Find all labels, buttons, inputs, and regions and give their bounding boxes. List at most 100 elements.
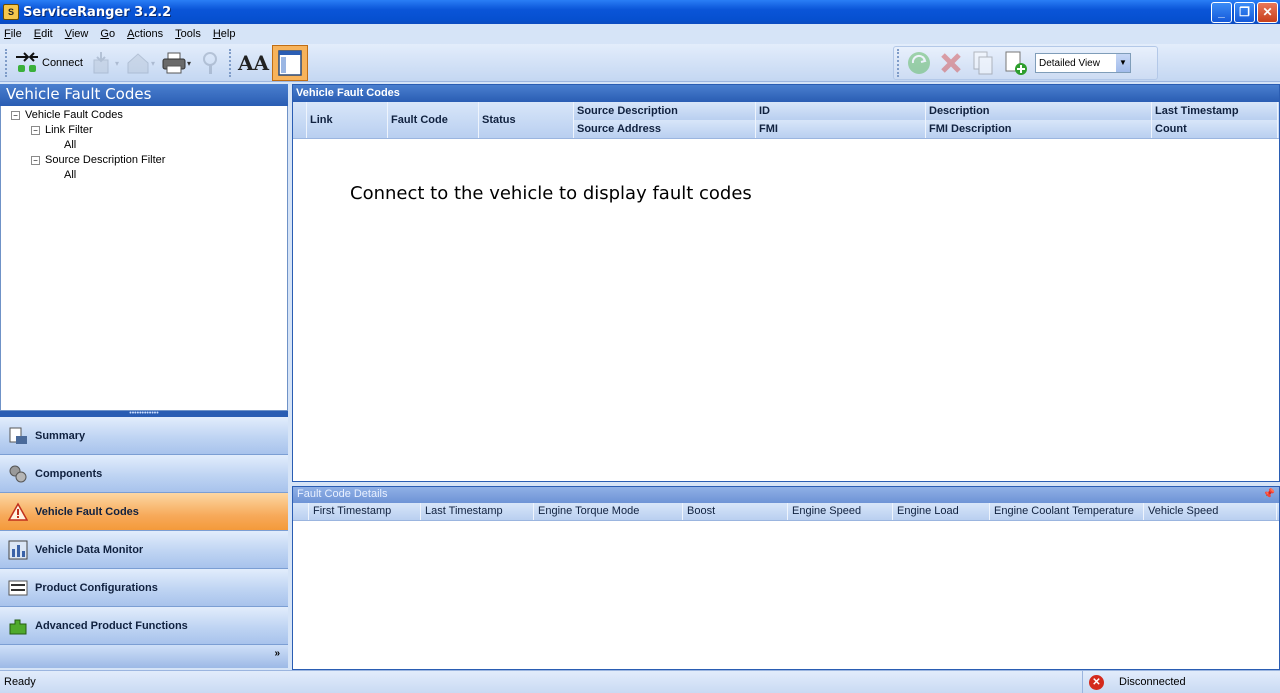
nav-vehicle-fault-codes[interactable]: Vehicle Fault Codes [0,493,288,531]
tree-node-label: Link Filter [45,124,93,136]
print-button[interactable]: ▾ [158,47,194,79]
minimize-button[interactable]: _ [1211,2,1232,23]
nav-components[interactable]: Components [0,455,288,493]
column-header-vehicle-speed[interactable]: Vehicle Speed [1144,503,1277,520]
tree-node-source-all[interactable]: All [64,169,76,181]
search-button[interactable] [194,47,226,79]
tree-node-label: All [64,169,77,181]
panel-layout-icon [278,50,302,76]
details-title-bar: Fault Code Details 📌 [293,487,1279,503]
column-header-fmi[interactable]: FMI [756,120,926,138]
nav-summary[interactable]: Summary [0,417,288,455]
nav-label: Components [35,467,103,480]
column-header-last-timestamp[interactable]: Last Timestamp [1152,102,1278,120]
fault-codes-grid-panel: Vehicle Fault Codes Link Fault Code Stat… [292,84,1280,482]
chevron-down-icon: ▾ [151,58,156,68]
column-header-last-timestamp[interactable]: Last Timestamp [421,503,534,520]
menu-file[interactable]: File [4,28,22,40]
column-header-count[interactable]: Count [1152,120,1278,138]
connection-status: ✕ Disconnected [1082,671,1280,693]
magnifier-icon [197,50,223,76]
close-button[interactable]: ✕ [1257,2,1278,23]
pin-icon[interactable]: 📌 [1263,487,1275,502]
nav-advanced-product-functions[interactable]: Advanced Product Functions [0,607,288,645]
menu-view[interactable]: View [65,28,89,40]
left-panel-title: Vehicle Fault Codes [0,84,288,106]
column-header-first-timestamp[interactable]: First Timestamp [309,503,421,520]
window-title: ServiceRanger 3.2.2 [23,4,172,20]
menu-tools[interactable]: Tools [175,28,201,40]
download-button[interactable]: ▾ [86,47,122,79]
column-header-engine-coolant-temperature[interactable]: Engine Coolant Temperature [990,503,1144,520]
column-header-description[interactable]: Description [926,102,1152,120]
chevron-down-icon: ▾ [114,58,119,68]
view-mode-select[interactable]: Detailed View ▼ [1035,53,1131,73]
menu-actions[interactable]: Actions [127,28,163,40]
title-bar: S ServiceRanger 3.2.2 _ ❐ ✕ [0,0,1280,24]
toolbar-fault-actions: Detailed View ▼ [893,46,1158,80]
home-button[interactable]: ▾ [122,47,158,79]
tree-node-link-filter[interactable]: − Link Filter [31,124,93,136]
nav-label: Summary [35,429,86,442]
left-panel: Vehicle Fault Codes − Vehicle Fault Code… [0,84,288,670]
nav-label: Product Configurations [35,581,158,594]
toolbar-grip[interactable] [5,49,8,77]
nav-label: Vehicle Data Monitor [35,543,144,556]
copy-button[interactable] [967,47,999,79]
menu-go[interactable]: Go [100,28,115,40]
column-header-source-address[interactable]: Source Address [574,120,756,138]
tree-node-source-filter[interactable]: − Source Description Filter [31,154,165,166]
collapse-icon[interactable]: − [31,155,40,165]
column-header-source-description[interactable]: Source Description [574,102,756,120]
puzzle-icon [7,615,29,637]
data-monitor-icon [7,539,29,561]
connect-button[interactable]: Connect [11,47,86,79]
download-icon [89,50,115,76]
collapse-icon[interactable]: − [31,125,40,135]
nav-vehicle-data-monitor[interactable]: Vehicle Data Monitor [0,531,288,569]
gears-icon [7,463,29,485]
collapse-icon[interactable]: − [11,110,20,120]
layout-toggle-button[interactable] [272,45,309,81]
column-header-engine-load[interactable]: Engine Load [893,503,990,520]
column-header-engine-torque-mode[interactable]: Engine Torque Mode [534,503,683,520]
font-size-button[interactable]: AA [235,47,272,79]
printer-icon [161,50,187,76]
tree-node-label: Vehicle Fault Codes [25,109,123,121]
menu-edit[interactable]: Edit [34,28,53,40]
status-bar: Ready ✕ Disconnected [0,670,1280,693]
column-header-fmi-description[interactable]: FMI Description [926,120,1152,138]
connect-label: Connect [42,57,83,69]
binary-icon [7,577,29,599]
column-header-boost[interactable]: Boost [683,503,788,520]
column-header-status[interactable]: Status [479,102,574,138]
connection-status-label: Disconnected [1119,676,1186,688]
status-text: Ready [4,676,36,688]
window-controls: _ ❐ ✕ [1211,2,1278,23]
maximize-button[interactable]: ❐ [1234,2,1255,23]
tree-node-label: Source Description Filter [45,154,166,166]
toolbar-grip[interactable] [897,49,900,77]
font-icon: AA [238,51,270,75]
nav-label: Advanced Product Functions [35,619,188,632]
refresh-button[interactable] [903,47,935,79]
warning-icon [7,501,29,523]
connect-arrows-icon [14,50,40,76]
column-header-fault-code[interactable]: Fault Code [388,102,479,138]
tree-node-root[interactable]: − Vehicle Fault Codes [11,109,123,121]
column-header-id[interactable]: ID [756,102,926,120]
add-document-icon [1002,50,1028,76]
grid-header: Link Fault Code Status Source Descriptio… [293,102,1279,139]
nav-overflow[interactable]: » [0,645,288,668]
dropdown-arrow-icon[interactable]: ▼ [1116,54,1130,72]
nav-product-configurations[interactable]: Product Configurations [0,569,288,607]
menu-help[interactable]: Help [213,28,236,40]
tree-node-link-all[interactable]: All [64,139,76,151]
chevron-double-down-icon[interactable]: » [274,648,280,659]
summary-icon [7,425,29,447]
toolbar-separator [229,49,232,77]
column-header-link[interactable]: Link [307,102,388,138]
clear-codes-button[interactable] [935,47,967,79]
add-document-button[interactable] [999,47,1031,79]
column-header-engine-speed[interactable]: Engine Speed [788,503,893,520]
